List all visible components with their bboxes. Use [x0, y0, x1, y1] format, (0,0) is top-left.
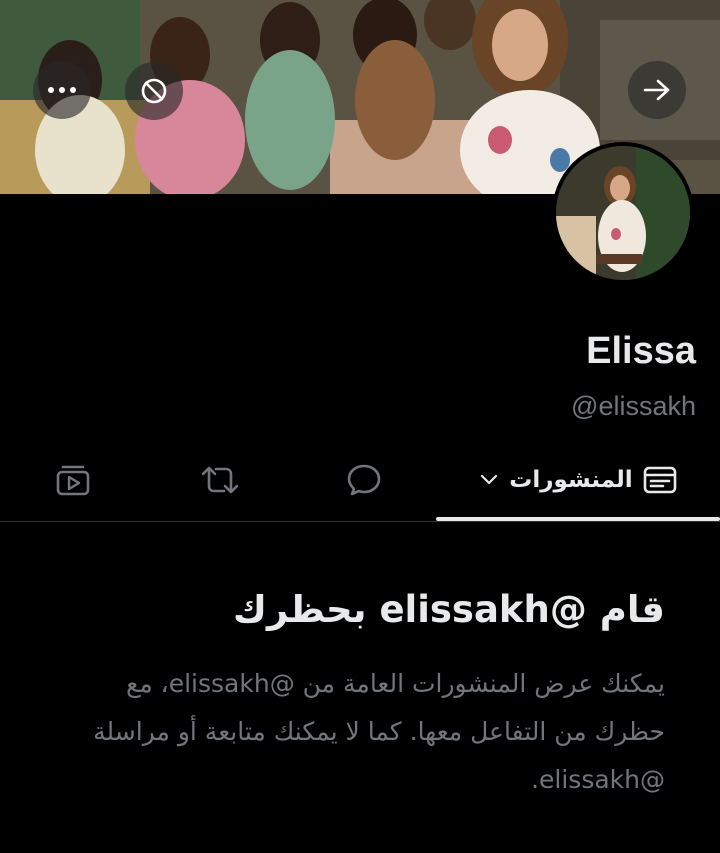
avatar-photo [556, 146, 690, 280]
avatar[interactable] [552, 142, 694, 284]
more-button[interactable] [33, 61, 91, 119]
profile-tabs: المنشورات [0, 440, 720, 522]
tab-posts-label: المنشورات [509, 467, 633, 493]
blocked-description: يمكنك عرض المنشورات العامة من @elissakh،… [93, 669, 665, 794]
arrow-right-icon [643, 79, 670, 101]
tab-replies[interactable] [316, 440, 412, 520]
tab-posts[interactable]: المنشورات [436, 440, 720, 520]
blocked-status-button[interactable] [125, 62, 183, 120]
forward-button[interactable] [628, 61, 686, 119]
repost-icon [201, 466, 239, 494]
username-handle: @elissakh [571, 391, 696, 421]
speech-bubble-icon [347, 464, 381, 496]
tab-media[interactable] [25, 440, 121, 520]
blocked-circle-icon [141, 78, 167, 104]
more-horizontal-icon [48, 87, 76, 93]
display-name: Elissa [586, 330, 696, 372]
blocked-title: قام @elissakh بحظرك [233, 588, 665, 631]
video-play-icon [56, 465, 90, 496]
posts-list-icon [643, 466, 676, 494]
active-tab-indicator [436, 517, 720, 521]
tab-reposts[interactable] [172, 440, 268, 520]
chevron-down-icon[interactable] [479, 473, 499, 487]
